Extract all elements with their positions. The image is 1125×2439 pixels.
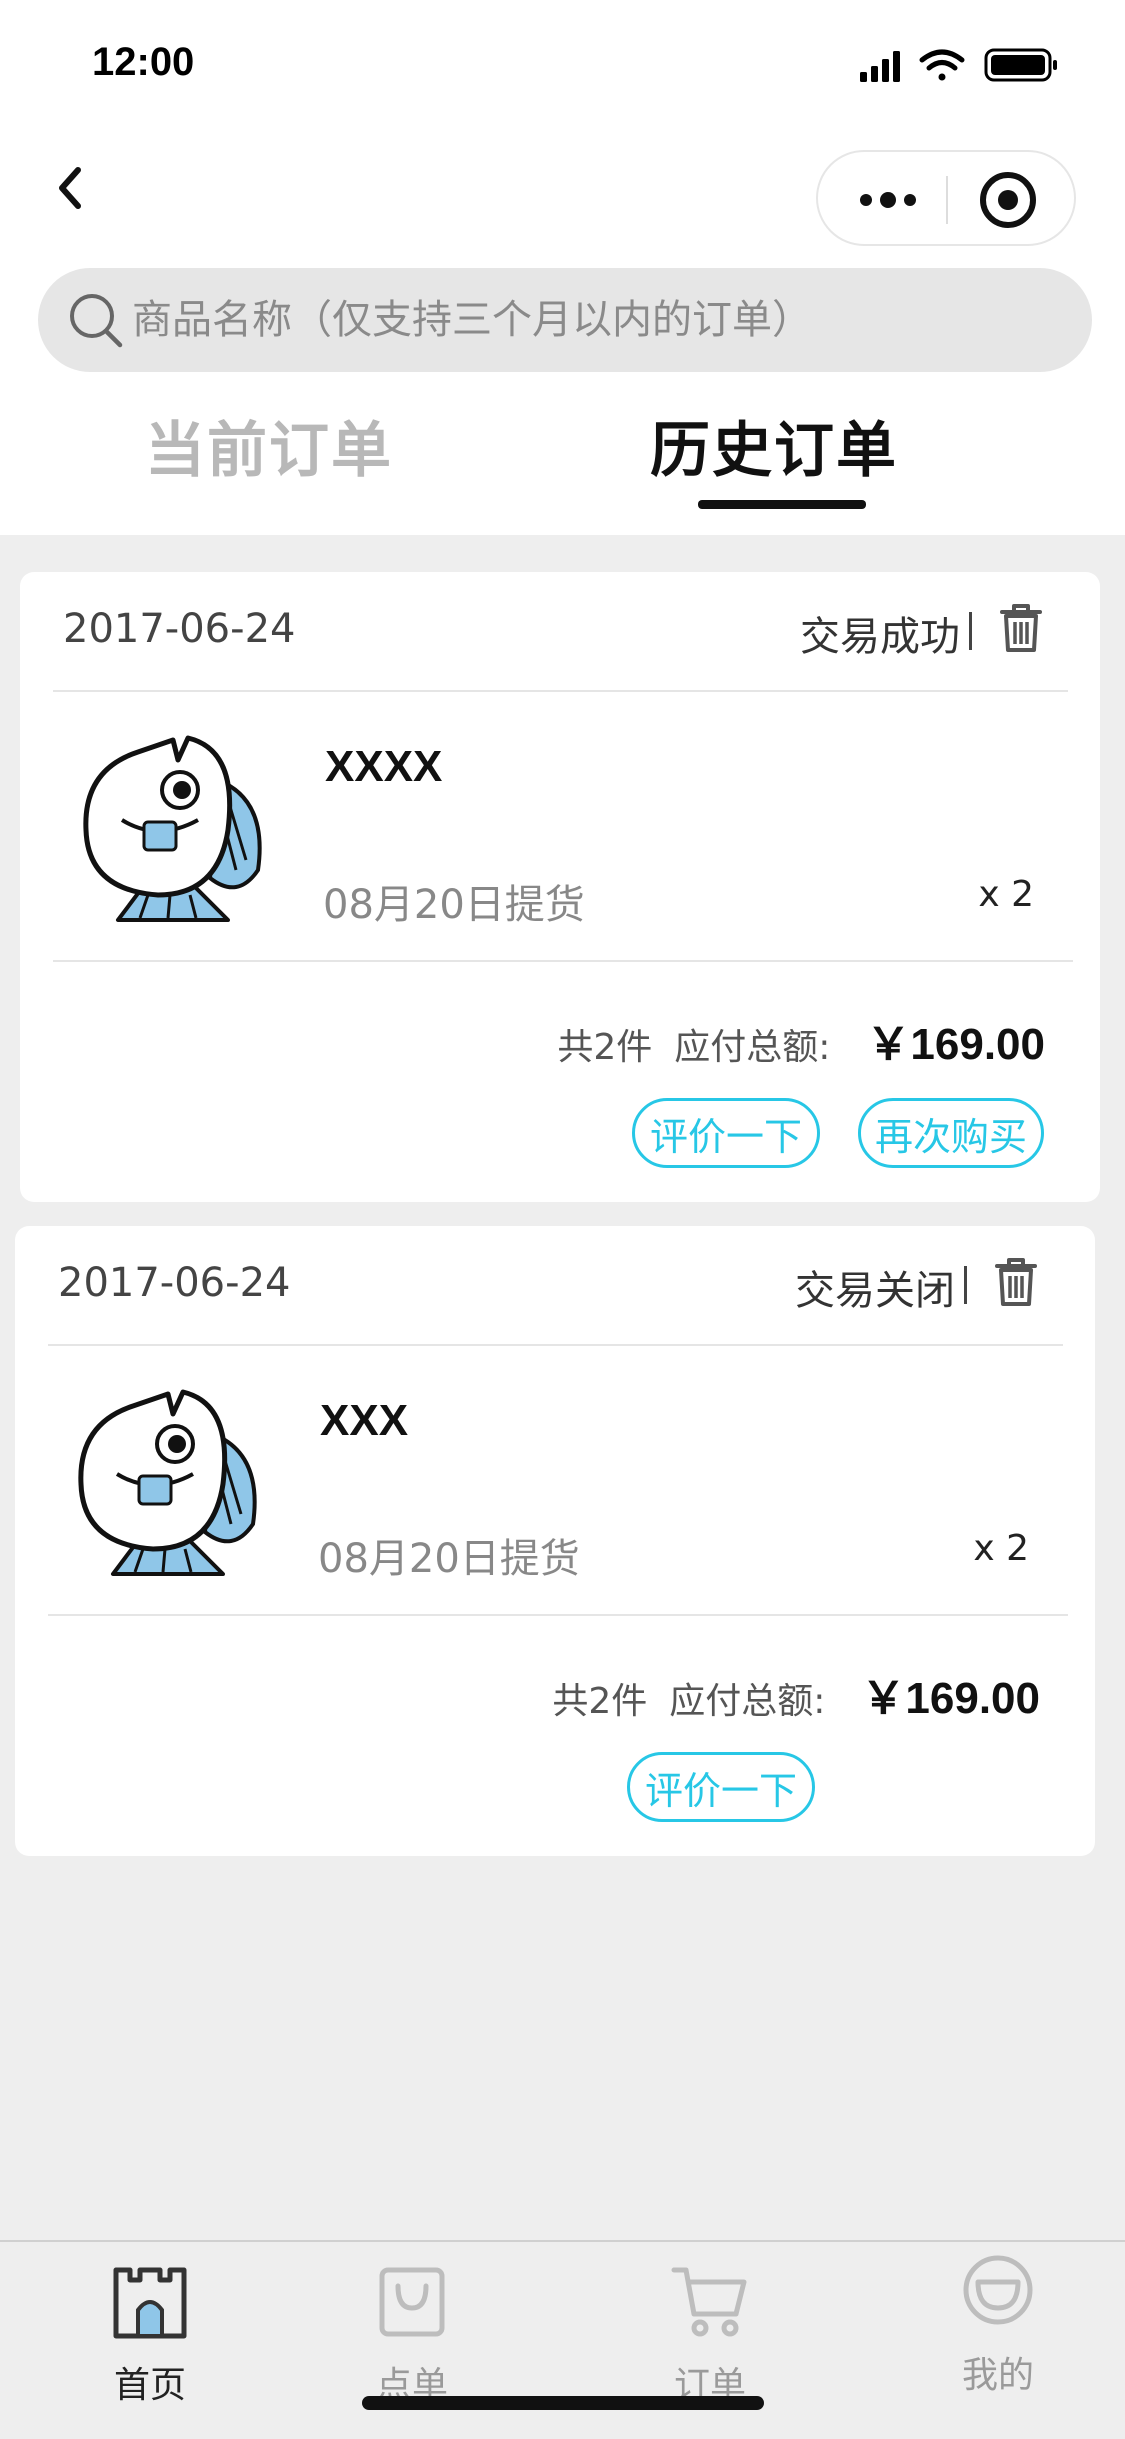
bag-icon [379, 2267, 445, 2337]
nav-bar [0, 130, 1125, 260]
cart-icon [671, 2267, 747, 2337]
face-icon [963, 2255, 1033, 2325]
pickup-date: 08月20日提货 [318, 1536, 580, 1582]
back-button[interactable] [44, 158, 94, 218]
trash-icon[interactable] [993, 1256, 1039, 1308]
card-divider [53, 690, 1068, 692]
trash-icon[interactable] [998, 602, 1044, 654]
item-count: 共2件 [552, 1681, 648, 1722]
tab-current-orders[interactable]: 当前订单 [145, 402, 393, 489]
order-tabs: 当前订单 历史订单 [0, 380, 1125, 535]
product-quantity: x 2 [973, 1528, 1029, 1569]
chevron-left-icon [59, 167, 81, 209]
product-name[interactable]: XXXX [325, 742, 442, 792]
order-date: 2017-06-24 [63, 606, 296, 652]
status-separator [964, 1266, 967, 1304]
home-indicator[interactable] [362, 2396, 764, 2410]
search-bar [0, 260, 1125, 380]
close-button[interactable] [958, 166, 1058, 234]
order-card[interactable]: 2017-06-24 交易关闭 XXX 08月20日提货 x 2 共2件 应付总… [15, 1226, 1095, 1856]
fish-product-image[interactable] [73, 1374, 263, 1584]
order-summary: 共2件 应付总额: ￥169.00 [552, 1662, 1040, 1726]
wifi-icon [919, 49, 965, 81]
more-dots-icon [860, 192, 916, 208]
order-card[interactable]: 2017-06-24 交易成功 XXXX 08月20日提货 x 2 共2件 应付… [20, 572, 1100, 1202]
pickup-date: 08月20日提货 [323, 882, 585, 928]
product-name[interactable]: XXX [320, 1396, 408, 1446]
product-quantity: x 2 [978, 874, 1034, 915]
buy-again-button[interactable]: 再次购买 [858, 1098, 1044, 1168]
card-divider [48, 1344, 1063, 1346]
total-label: 应付总额: [669, 1681, 826, 1722]
total-label: 应付总额: [674, 1027, 831, 1068]
tabbar-item-home[interactable]: 首页 [60, 2252, 240, 2422]
review-button[interactable]: 评价一下 [632, 1098, 820, 1168]
status-bar: 12:00 [0, 0, 1125, 130]
fish-product-image[interactable] [78, 720, 268, 930]
more-button[interactable] [838, 168, 938, 232]
order-date: 2017-06-24 [58, 1260, 291, 1306]
castle-icon [113, 2267, 187, 2339]
battery-icon [984, 48, 1057, 82]
card-divider [48, 1614, 1068, 1616]
mini-program-capsule [816, 150, 1076, 246]
review-button[interactable]: 评价一下 [627, 1752, 815, 1822]
tabbar-item-mine[interactable]: 我的 [908, 2252, 1088, 2422]
order-status: 交易成功 [800, 614, 960, 660]
tab-history-orders[interactable]: 历史订单 [650, 402, 898, 489]
capsule-divider [946, 176, 948, 224]
order-summary: 共2件 应付总额: ￥169.00 [557, 1008, 1045, 1072]
tabbar-label: 我的 [961, 2355, 1034, 2396]
search-box [38, 268, 1092, 372]
tabbar-label: 首页 [113, 2365, 186, 2406]
total-price: ￥169.00 [866, 1020, 1045, 1069]
card-divider [53, 960, 1073, 962]
active-tab-indicator [698, 500, 866, 509]
status-separator [969, 612, 972, 650]
order-status: 交易关闭 [795, 1268, 955, 1314]
status-icons [860, 48, 1057, 82]
item-count: 共2件 [557, 1027, 653, 1068]
status-time: 12:00 [92, 40, 195, 84]
target-close-icon [980, 172, 1036, 228]
signal-icon [860, 51, 900, 82]
search-input[interactable] [132, 268, 1072, 372]
total-price: ￥169.00 [861, 1674, 1040, 1723]
search-icon [70, 294, 123, 348]
page: 12:00 商品名称（仅支持三个月以内的订单） 当前订单 历史订单 2017-0… [0, 0, 1125, 2439]
